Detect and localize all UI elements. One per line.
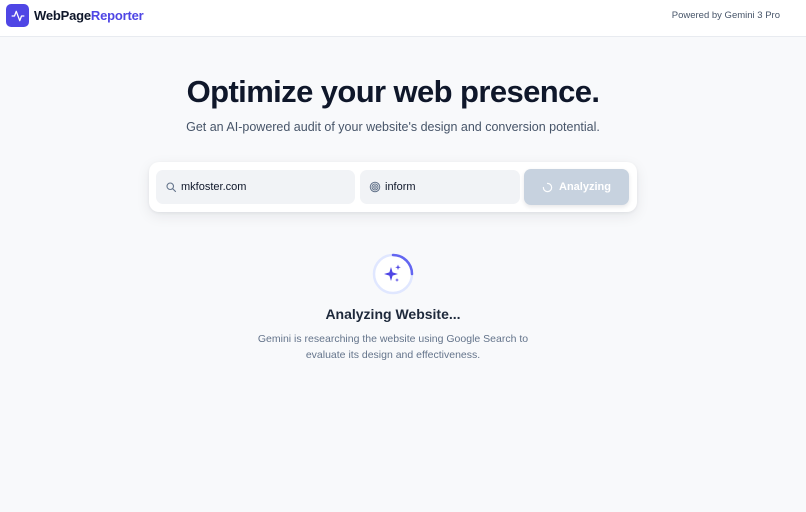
url-input-value: mkfoster.com (181, 181, 247, 193)
top-navbar: WebPageReporter Powered by Gemini 3 Pro (0, 0, 806, 37)
status-title: Analyzing Website... (325, 306, 461, 322)
analyze-button[interactable]: Analyzing (524, 169, 629, 205)
target-icon (369, 181, 381, 193)
url-input[interactable]: mkfoster.com (156, 170, 355, 204)
goal-select-value: inform (385, 181, 416, 193)
goal-select[interactable]: inform (360, 170, 520, 204)
brand-name-part1: WebPage (34, 8, 91, 23)
progress-spinner (372, 253, 414, 295)
activity-pulse-icon (11, 10, 24, 21)
analyze-button-label: Analyzing (559, 181, 611, 193)
status-description: Gemini is researching the website using … (257, 333, 529, 361)
hero-subtitle: Get an AI-powered audit of your website'… (186, 120, 600, 134)
logo[interactable] (6, 4, 29, 27)
loading-spinner-icon (542, 182, 553, 192)
search-form: mkfoster.com inform Analyzing (149, 162, 637, 212)
brand-name-part2: Reporter (90, 8, 144, 23)
powered-by-label: Powered by Gemini 3 Pro (671, 10, 780, 21)
hero-title: Optimize your web presence. (186, 74, 600, 109)
search-icon (166, 182, 177, 193)
brand-name[interactable]: WebPageReporter (34, 8, 144, 24)
